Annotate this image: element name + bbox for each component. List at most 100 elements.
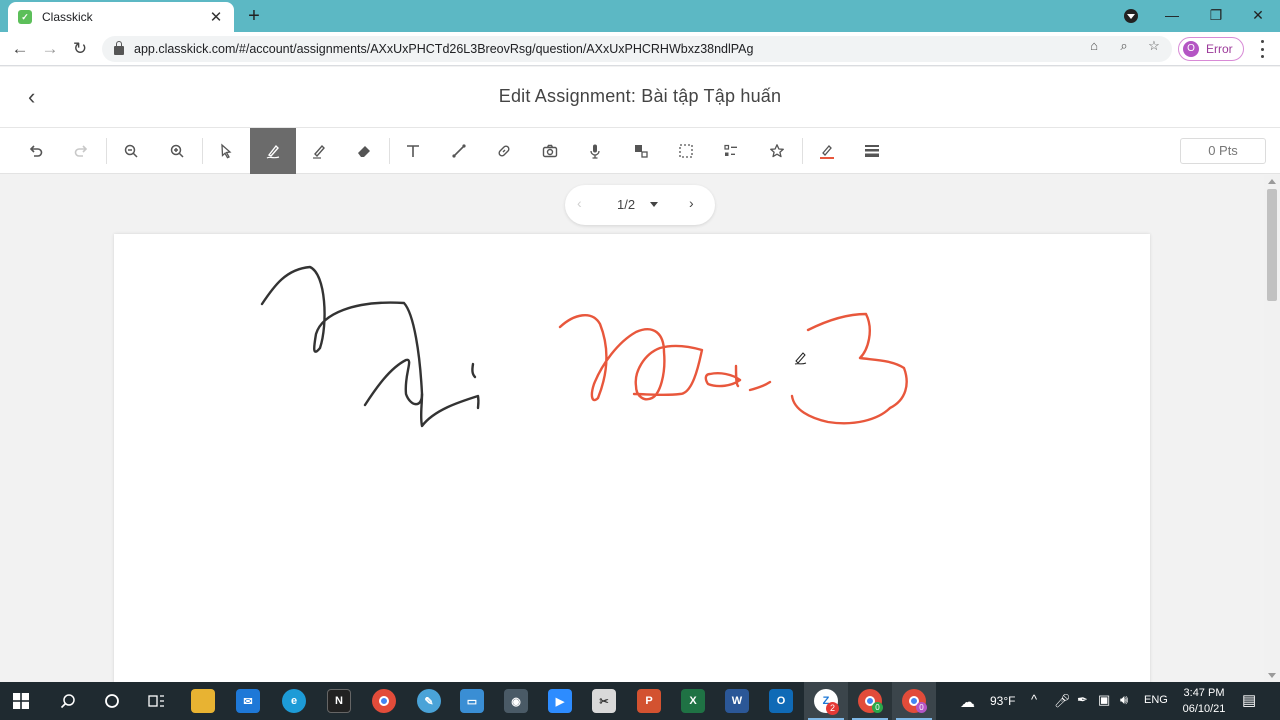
chrome-taskbar-button-2[interactable]: 0 xyxy=(892,682,936,720)
shapes-tool-button[interactable] xyxy=(618,128,664,174)
snipping-tool-icon[interactable]: ✂ xyxy=(592,689,616,713)
microphone-tool-button[interactable] xyxy=(572,128,618,174)
chrome-profile-badge: 0 xyxy=(872,702,883,713)
line-weight-icon xyxy=(865,145,879,157)
shapes-icon xyxy=(635,145,648,158)
translate-icon[interactable]: ⌂ xyxy=(1085,37,1103,55)
mail-icon[interactable]: ✉ xyxy=(236,689,260,713)
redo-icon xyxy=(74,145,88,157)
canvas-workspace: ‹ 1/2 › xyxy=(0,175,1264,682)
system-clock[interactable]: 3:47 PM 06/10/21 xyxy=(1176,685,1232,717)
microphone-icon xyxy=(590,144,600,159)
line-weight-button[interactable] xyxy=(849,128,895,174)
browser-menu-icon[interactable] xyxy=(1254,40,1270,58)
orange-ink-stroke xyxy=(704,364,742,388)
star-icon xyxy=(770,144,784,158)
scrollbar-thumb[interactable] xyxy=(1267,189,1277,301)
area-select-tool-button[interactable] xyxy=(663,128,709,174)
orange-ink-stroke xyxy=(748,380,772,392)
chrome-icon[interactable] xyxy=(372,689,396,713)
profile-error-button[interactable]: O Error xyxy=(1178,37,1244,61)
toolbar-divider xyxy=(202,138,203,164)
reload-icon[interactable]: ↻ xyxy=(68,37,92,61)
eraser-icon xyxy=(358,146,370,157)
select-tool-button[interactable] xyxy=(204,128,250,174)
camera-tool-button[interactable] xyxy=(527,128,573,174)
sticker-tool-button[interactable] xyxy=(754,128,800,174)
zoom-out-icon xyxy=(124,144,138,158)
link-icon xyxy=(498,145,510,157)
close-tab-icon[interactable]: ✕ xyxy=(208,8,224,26)
scroll-down-arrow-icon[interactable] xyxy=(1268,673,1276,678)
zoom-in-button[interactable] xyxy=(154,128,200,174)
nox-icon[interactable]: N xyxy=(327,689,351,713)
file-explorer-icon[interactable] xyxy=(191,689,215,713)
pen-color-icon xyxy=(820,145,834,159)
pen-tray-icon[interactable]: ✒ xyxy=(1077,692,1088,708)
pen-tool-button[interactable] xyxy=(250,128,296,174)
prev-page-chevron-icon[interactable]: ‹ xyxy=(577,195,582,211)
lock-icon xyxy=(114,41,124,55)
line-tool-button[interactable] xyxy=(436,128,482,174)
search-icon[interactable] xyxy=(56,689,80,713)
zoom-out-button[interactable] xyxy=(108,128,154,174)
bookmark-star-icon[interactable]: ☆ xyxy=(1145,37,1163,55)
excel-icon[interactable]: X xyxy=(681,689,705,713)
word-icon[interactable]: W xyxy=(725,689,749,713)
task-view-icon[interactable] xyxy=(145,689,169,713)
editor-toolbar: 0 Pts xyxy=(0,128,1280,174)
outlook-icon[interactable]: O xyxy=(769,689,793,713)
page-title: Edit Assignment: Bài tập Tập huấn xyxy=(498,86,782,106)
tray-chevron-icon[interactable]: ^ xyxy=(1031,692,1037,707)
zoom-icon[interactable]: ⌕ xyxy=(1115,37,1133,55)
windows-start-icon[interactable] xyxy=(10,689,32,713)
text-tool-button[interactable] xyxy=(390,128,436,174)
restore-button[interactable]: ❐ xyxy=(1194,0,1238,32)
new-tab-button[interactable]: + xyxy=(244,4,264,28)
camera-icon xyxy=(542,144,558,158)
back-arrow-icon[interactable]: ← xyxy=(8,37,32,61)
zalo-taskbar-button[interactable]: Z 2 xyxy=(804,682,848,720)
language-indicator[interactable]: ENG xyxy=(1144,694,1168,706)
points-field[interactable]: 0 Pts xyxy=(1180,138,1266,164)
multiple-choice-tool-button[interactable] xyxy=(708,128,754,174)
scroll-up-arrow-icon[interactable] xyxy=(1268,179,1276,184)
powerpoint-icon[interactable]: P xyxy=(637,689,661,713)
camera-app-icon[interactable]: ◉ xyxy=(504,689,528,713)
undo-button[interactable] xyxy=(13,128,59,174)
minimize-button[interactable]: — xyxy=(1150,0,1194,32)
vertical-scrollbar[interactable] xyxy=(1264,175,1280,682)
toolbar-divider xyxy=(106,138,107,164)
pen-color-button[interactable] xyxy=(804,128,850,174)
link-tool-button[interactable] xyxy=(481,128,527,174)
highlighter-tool-button[interactable] xyxy=(296,128,342,174)
browser-tab-bar: ✓ Classkick ✕ + — ❐ ✕ xyxy=(0,0,1280,32)
page-dropdown-caret-icon[interactable] xyxy=(650,202,658,207)
zoom-app-icon[interactable]: ▶ xyxy=(548,689,572,713)
page-navigator: ‹ 1/2 › xyxy=(565,185,715,225)
notifications-icon[interactable]: ▤ xyxy=(1242,691,1256,709)
address-bar[interactable]: app.classkick.com/#/account/assignments/… xyxy=(102,36,1172,62)
paint-icon[interactable]: ✎ xyxy=(417,689,441,713)
eraser-tool-button[interactable] xyxy=(341,128,387,174)
microphone-tray-icon[interactable]: 🎤︎ xyxy=(1054,693,1071,709)
close-window-button[interactable]: ✕ xyxy=(1236,0,1280,32)
chrome-taskbar-button-1[interactable]: 0 xyxy=(848,682,892,720)
classkick-favicon-icon: ✓ xyxy=(18,10,32,24)
weather-temp[interactable]: 93°F xyxy=(990,694,1015,708)
page-indicator[interactable]: 1/2 xyxy=(617,197,635,212)
app-header: ‹ Edit Assignment: Bài tập Tập huấn xyxy=(0,67,1280,128)
black-ink-stroke xyxy=(260,265,424,407)
cortana-icon[interactable] xyxy=(100,689,124,713)
next-page-chevron-icon[interactable]: › xyxy=(689,195,694,211)
drawing-canvas[interactable] xyxy=(114,234,1150,682)
tab-search-icon[interactable] xyxy=(1124,9,1138,23)
volume-icon[interactable]: 🔊︎ xyxy=(1120,692,1128,708)
weather-icon[interactable]: ☁ xyxy=(960,693,975,711)
redo-button[interactable] xyxy=(58,128,104,174)
network-icon[interactable]: ▣ xyxy=(1098,692,1110,708)
forward-arrow-icon[interactable]: → xyxy=(38,37,62,61)
browser-tab[interactable]: ✓ Classkick ✕ xyxy=(8,2,234,32)
display-app-icon[interactable]: ▭ xyxy=(460,689,484,713)
edge-icon[interactable]: e xyxy=(282,689,306,713)
